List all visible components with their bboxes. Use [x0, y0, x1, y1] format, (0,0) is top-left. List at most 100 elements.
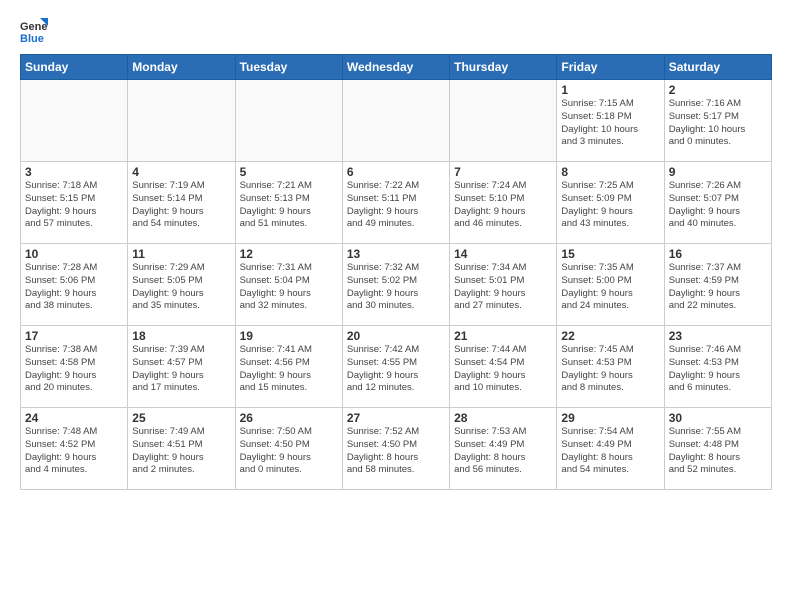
calendar-day-cell: 25Sunrise: 7:49 AM Sunset: 4:51 PM Dayli…	[128, 408, 235, 490]
calendar-day-cell: 8Sunrise: 7:25 AM Sunset: 5:09 PM Daylig…	[557, 162, 664, 244]
calendar-day-cell: 6Sunrise: 7:22 AM Sunset: 5:11 PM Daylig…	[342, 162, 449, 244]
day-info: Sunrise: 7:32 AM Sunset: 5:02 PM Dayligh…	[347, 262, 445, 313]
weekday-header-monday: Monday	[128, 55, 235, 80]
day-info: Sunrise: 7:24 AM Sunset: 5:10 PM Dayligh…	[454, 180, 552, 231]
day-number: 5	[240, 165, 338, 179]
calendar-day-cell	[21, 80, 128, 162]
day-info: Sunrise: 7:35 AM Sunset: 5:00 PM Dayligh…	[561, 262, 659, 313]
calendar-week-row: 10Sunrise: 7:28 AM Sunset: 5:06 PM Dayli…	[21, 244, 772, 326]
day-number: 25	[132, 411, 230, 425]
calendar-week-row: 1Sunrise: 7:15 AM Sunset: 5:18 PM Daylig…	[21, 80, 772, 162]
day-info: Sunrise: 7:39 AM Sunset: 4:57 PM Dayligh…	[132, 344, 230, 395]
day-info: Sunrise: 7:21 AM Sunset: 5:13 PM Dayligh…	[240, 180, 338, 231]
day-number: 22	[561, 329, 659, 343]
logo: General Blue	[20, 16, 52, 44]
calendar-day-cell: 22Sunrise: 7:45 AM Sunset: 4:53 PM Dayli…	[557, 326, 664, 408]
calendar-day-cell: 20Sunrise: 7:42 AM Sunset: 4:55 PM Dayli…	[342, 326, 449, 408]
calendar-day-cell: 17Sunrise: 7:38 AM Sunset: 4:58 PM Dayli…	[21, 326, 128, 408]
day-number: 8	[561, 165, 659, 179]
day-number: 14	[454, 247, 552, 261]
calendar-day-cell: 11Sunrise: 7:29 AM Sunset: 5:05 PM Dayli…	[128, 244, 235, 326]
calendar-day-cell: 4Sunrise: 7:19 AM Sunset: 5:14 PM Daylig…	[128, 162, 235, 244]
weekday-header-friday: Friday	[557, 55, 664, 80]
day-info: Sunrise: 7:55 AM Sunset: 4:48 PM Dayligh…	[669, 426, 767, 477]
day-number: 29	[561, 411, 659, 425]
day-info: Sunrise: 7:19 AM Sunset: 5:14 PM Dayligh…	[132, 180, 230, 231]
weekday-header-saturday: Saturday	[664, 55, 771, 80]
day-info: Sunrise: 7:54 AM Sunset: 4:49 PM Dayligh…	[561, 426, 659, 477]
weekday-header-tuesday: Tuesday	[235, 55, 342, 80]
calendar-day-cell: 5Sunrise: 7:21 AM Sunset: 5:13 PM Daylig…	[235, 162, 342, 244]
calendar-day-cell: 29Sunrise: 7:54 AM Sunset: 4:49 PM Dayli…	[557, 408, 664, 490]
svg-text:Blue: Blue	[20, 33, 44, 44]
logo-icon: General Blue	[20, 16, 48, 44]
day-number: 27	[347, 411, 445, 425]
calendar-day-cell: 2Sunrise: 7:16 AM Sunset: 5:17 PM Daylig…	[664, 80, 771, 162]
svg-text:General: General	[20, 21, 48, 33]
day-number: 18	[132, 329, 230, 343]
day-info: Sunrise: 7:38 AM Sunset: 4:58 PM Dayligh…	[25, 344, 123, 395]
calendar-day-cell: 12Sunrise: 7:31 AM Sunset: 5:04 PM Dayli…	[235, 244, 342, 326]
day-info: Sunrise: 7:34 AM Sunset: 5:01 PM Dayligh…	[454, 262, 552, 313]
day-info: Sunrise: 7:53 AM Sunset: 4:49 PM Dayligh…	[454, 426, 552, 477]
calendar-day-cell: 27Sunrise: 7:52 AM Sunset: 4:50 PM Dayli…	[342, 408, 449, 490]
calendar-day-cell: 18Sunrise: 7:39 AM Sunset: 4:57 PM Dayli…	[128, 326, 235, 408]
day-info: Sunrise: 7:25 AM Sunset: 5:09 PM Dayligh…	[561, 180, 659, 231]
day-number: 7	[454, 165, 552, 179]
day-info: Sunrise: 7:44 AM Sunset: 4:54 PM Dayligh…	[454, 344, 552, 395]
calendar-day-cell	[450, 80, 557, 162]
day-number: 6	[347, 165, 445, 179]
day-info: Sunrise: 7:18 AM Sunset: 5:15 PM Dayligh…	[25, 180, 123, 231]
day-number: 20	[347, 329, 445, 343]
calendar-day-cell	[342, 80, 449, 162]
calendar-day-cell: 30Sunrise: 7:55 AM Sunset: 4:48 PM Dayli…	[664, 408, 771, 490]
calendar-table: SundayMondayTuesdayWednesdayThursdayFrid…	[20, 54, 772, 490]
calendar-day-cell: 19Sunrise: 7:41 AM Sunset: 4:56 PM Dayli…	[235, 326, 342, 408]
calendar-week-row: 24Sunrise: 7:48 AM Sunset: 4:52 PM Dayli…	[21, 408, 772, 490]
day-number: 10	[25, 247, 123, 261]
day-number: 2	[669, 83, 767, 97]
weekday-header-sunday: Sunday	[21, 55, 128, 80]
calendar-day-cell: 23Sunrise: 7:46 AM Sunset: 4:53 PM Dayli…	[664, 326, 771, 408]
calendar-day-cell: 26Sunrise: 7:50 AM Sunset: 4:50 PM Dayli…	[235, 408, 342, 490]
day-number: 17	[25, 329, 123, 343]
weekday-header-wednesday: Wednesday	[342, 55, 449, 80]
day-number: 15	[561, 247, 659, 261]
calendar-day-cell	[235, 80, 342, 162]
day-info: Sunrise: 7:37 AM Sunset: 4:59 PM Dayligh…	[669, 262, 767, 313]
day-number: 28	[454, 411, 552, 425]
day-number: 19	[240, 329, 338, 343]
calendar-week-row: 3Sunrise: 7:18 AM Sunset: 5:15 PM Daylig…	[21, 162, 772, 244]
calendar-day-cell: 24Sunrise: 7:48 AM Sunset: 4:52 PM Dayli…	[21, 408, 128, 490]
day-number: 26	[240, 411, 338, 425]
day-number: 12	[240, 247, 338, 261]
day-number: 24	[25, 411, 123, 425]
day-info: Sunrise: 7:46 AM Sunset: 4:53 PM Dayligh…	[669, 344, 767, 395]
calendar-day-cell: 7Sunrise: 7:24 AM Sunset: 5:10 PM Daylig…	[450, 162, 557, 244]
day-number: 3	[25, 165, 123, 179]
calendar-day-cell: 10Sunrise: 7:28 AM Sunset: 5:06 PM Dayli…	[21, 244, 128, 326]
day-number: 1	[561, 83, 659, 97]
day-number: 23	[669, 329, 767, 343]
day-number: 21	[454, 329, 552, 343]
calendar-day-cell: 21Sunrise: 7:44 AM Sunset: 4:54 PM Dayli…	[450, 326, 557, 408]
calendar-header-row: SundayMondayTuesdayWednesdayThursdayFrid…	[21, 55, 772, 80]
weekday-header-thursday: Thursday	[450, 55, 557, 80]
day-info: Sunrise: 7:16 AM Sunset: 5:17 PM Dayligh…	[669, 98, 767, 149]
day-number: 13	[347, 247, 445, 261]
calendar-day-cell: 9Sunrise: 7:26 AM Sunset: 5:07 PM Daylig…	[664, 162, 771, 244]
day-number: 4	[132, 165, 230, 179]
day-number: 30	[669, 411, 767, 425]
day-info: Sunrise: 7:15 AM Sunset: 5:18 PM Dayligh…	[561, 98, 659, 149]
calendar-day-cell: 16Sunrise: 7:37 AM Sunset: 4:59 PM Dayli…	[664, 244, 771, 326]
day-info: Sunrise: 7:28 AM Sunset: 5:06 PM Dayligh…	[25, 262, 123, 313]
day-number: 16	[669, 247, 767, 261]
day-info: Sunrise: 7:31 AM Sunset: 5:04 PM Dayligh…	[240, 262, 338, 313]
day-info: Sunrise: 7:52 AM Sunset: 4:50 PM Dayligh…	[347, 426, 445, 477]
calendar-day-cell: 3Sunrise: 7:18 AM Sunset: 5:15 PM Daylig…	[21, 162, 128, 244]
day-info: Sunrise: 7:45 AM Sunset: 4:53 PM Dayligh…	[561, 344, 659, 395]
day-info: Sunrise: 7:22 AM Sunset: 5:11 PM Dayligh…	[347, 180, 445, 231]
calendar-day-cell: 1Sunrise: 7:15 AM Sunset: 5:18 PM Daylig…	[557, 80, 664, 162]
day-info: Sunrise: 7:50 AM Sunset: 4:50 PM Dayligh…	[240, 426, 338, 477]
header: General Blue	[20, 16, 772, 44]
